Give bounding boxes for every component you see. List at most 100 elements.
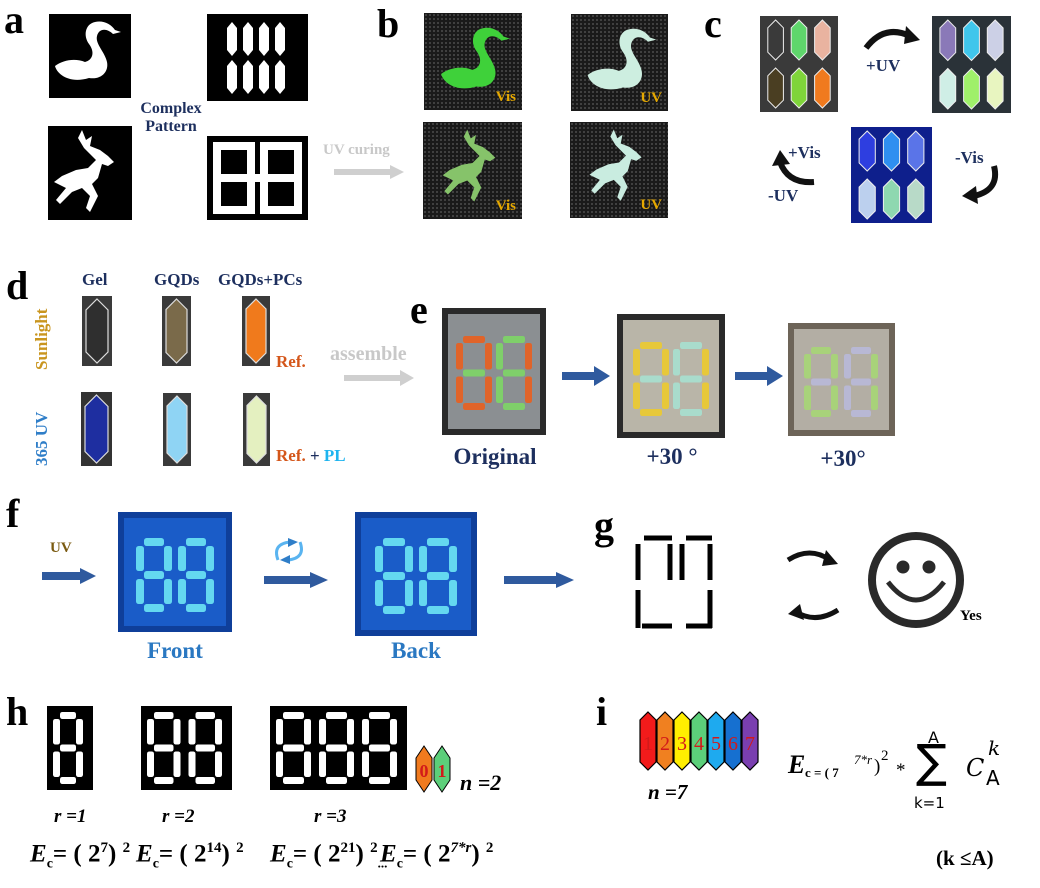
eq-exponent: 7	[100, 840, 108, 856]
segment-g	[427, 572, 449, 580]
r-label-2: r =2	[162, 806, 195, 827]
segment-f	[53, 719, 60, 745]
ref-note: Ref.	[276, 352, 306, 371]
segment-f	[456, 343, 463, 370]
segment-digit: 5	[711, 733, 721, 755]
segment-b	[831, 354, 838, 379]
complex-pattern-caption: Complex Pattern	[131, 100, 211, 136]
minus-uv-label: -UV	[768, 186, 799, 205]
segment-d	[283, 777, 304, 784]
equation-general: Ec= ( 27*r) 2	[380, 840, 494, 872]
segment-d	[463, 403, 485, 410]
hexagon-sample-fill	[166, 395, 188, 464]
eq-outer-exponent: 2	[236, 840, 244, 856]
segment-a	[195, 712, 215, 719]
uv-curing-label: UV curing	[323, 142, 390, 158]
hexagon-sample	[907, 178, 925, 220]
r-label-3: r =3	[314, 806, 347, 827]
segment-e	[633, 382, 640, 409]
segment-c	[390, 751, 397, 777]
hexagon-sample	[166, 395, 188, 464]
front-display-photo	[118, 512, 232, 632]
column-header-gqds-pcs: GQDs+PCs	[218, 270, 303, 289]
segment-d	[144, 604, 164, 612]
segment-b	[390, 719, 397, 745]
hexagon-sample	[84, 394, 109, 464]
n-equals-7-label: n =7	[648, 780, 688, 804]
plus-uv-label: +UV	[866, 56, 901, 75]
light-label: Vis	[495, 89, 516, 105]
hexagon-sample-fill	[165, 298, 188, 364]
segment-digit: 7	[745, 733, 755, 755]
gqds-pcs-sunlight-sample	[242, 296, 270, 366]
eq-base: 2	[437, 840, 451, 868]
segment-b	[485, 343, 492, 370]
deer-vis-photo: Vis	[423, 122, 522, 219]
sum-lower-limit: k=1	[914, 794, 945, 812]
segment-d	[811, 410, 831, 417]
column-header-gel: Gel	[82, 270, 108, 289]
two-color-segment-icon: 0 1	[415, 745, 451, 793]
segment-g	[851, 378, 871, 386]
segment-d	[680, 409, 702, 416]
segment-e	[362, 751, 369, 777]
hexagon-grid-state-3	[858, 130, 925, 220]
segment-e	[53, 751, 60, 777]
segment-c	[173, 751, 181, 777]
hexagon-sample	[939, 19, 957, 62]
segment-b	[164, 546, 172, 571]
segment-d	[326, 777, 347, 784]
hexagon-sample	[882, 178, 901, 220]
segment-d	[60, 777, 76, 784]
seven-segment-display	[124, 518, 226, 626]
gqds-pcs-uv-sample	[243, 393, 270, 466]
segment-b	[525, 343, 532, 370]
caption-front: Front	[147, 638, 203, 663]
back-display-photo	[355, 512, 477, 636]
yes-label: Yes	[960, 608, 982, 624]
seven-segment-r2	[141, 706, 232, 790]
light-label: UV	[640, 197, 662, 213]
sigma-symbol: ∑	[916, 734, 947, 788]
condition-label: (k ≤A)	[936, 846, 994, 870]
segment-f	[147, 719, 154, 745]
segment-a	[463, 336, 485, 343]
assemble-arrow	[344, 370, 414, 386]
assemble-label: assemble	[330, 343, 407, 365]
segment-g	[503, 369, 525, 377]
gqds-uv-sample	[163, 393, 191, 466]
segment-digit: 1	[643, 733, 653, 755]
segment-d	[851, 410, 871, 417]
broken-seven-segment-icon	[635, 535, 713, 629]
segment-f	[633, 349, 640, 376]
segment-c	[206, 579, 214, 604]
caption-line-1: Complex	[140, 100, 202, 117]
hexagon-sample-fill	[245, 298, 267, 364]
hexagon-sample	[790, 19, 808, 61]
segment-g	[186, 571, 206, 579]
gel-sunlight-sample	[82, 296, 112, 366]
mini-digit: 1	[438, 761, 447, 781]
hexagon-sample	[858, 178, 876, 220]
n-equals-2-label: n =2	[460, 770, 502, 795]
eq-base: 2	[193, 840, 207, 868]
formula-sub: c = ( 7	[805, 765, 839, 780]
segment-digit: 3	[677, 733, 687, 755]
hexagon-sample	[939, 67, 957, 110]
deer-uv-photo: UV	[570, 122, 668, 218]
segment-digit: 6	[728, 733, 738, 755]
display-30deg-photo	[617, 314, 725, 438]
hexagon-sample	[814, 67, 831, 109]
panel-label-h: h	[6, 689, 29, 734]
ref-text: Ref.	[276, 446, 306, 465]
segment-b	[173, 719, 181, 745]
panel-label-f: f	[6, 491, 20, 536]
eq-base: 2	[87, 840, 101, 868]
swan-vis-photo: Vis	[424, 13, 522, 110]
caption-back: Back	[391, 638, 441, 663]
segment-g	[326, 744, 347, 752]
display-original-photo	[442, 308, 546, 435]
formula-lhs: E	[788, 750, 806, 779]
seven-segment-88-mask	[207, 136, 308, 220]
hexagon-sample	[814, 19, 831, 61]
